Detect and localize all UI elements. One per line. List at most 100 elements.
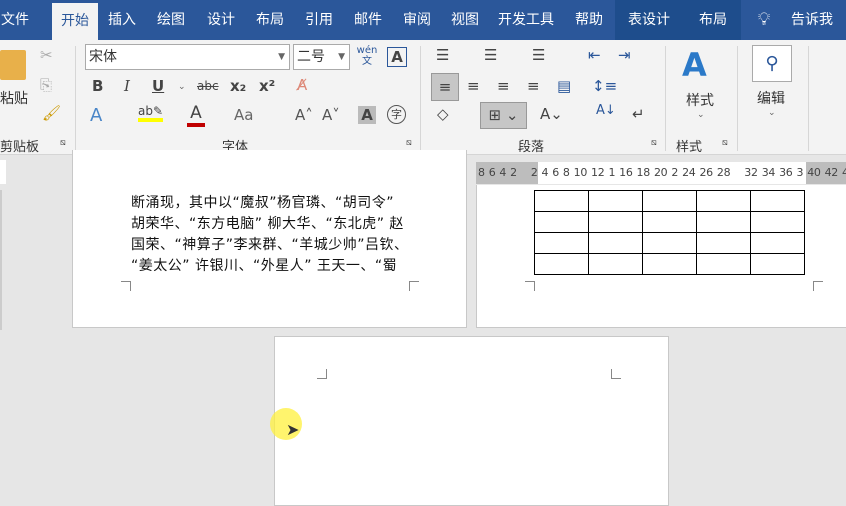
ribbon-tabs: 文件 开始 插入 绘图 设计 布局 引用 邮件 审阅 视图 开发工具 帮助 表设… xyxy=(0,0,846,40)
show-marks-icon[interactable]: ↵ xyxy=(632,105,645,123)
character-border-icon[interactable]: A xyxy=(387,47,407,67)
format-painter-icon[interactable]: 🖌︎ xyxy=(42,104,61,122)
tell-me-search[interactable]: 告诉我 xyxy=(784,0,840,40)
clear-formatting-icon[interactable]: A̸ xyxy=(297,76,307,94)
search-icon[interactable]: ⚲ xyxy=(752,45,792,82)
grow-font-icon[interactable]: A˄ xyxy=(295,106,313,124)
distributed-icon[interactable]: ▤ xyxy=(557,77,571,95)
document-page[interactable] xyxy=(274,336,669,506)
cut-icon[interactable]: ✂ xyxy=(40,46,53,64)
ruler-tick-label: 12 xyxy=(591,166,605,179)
tab-references[interactable]: 引用 xyxy=(298,0,340,40)
paste-label[interactable]: 粘贴 xyxy=(0,88,28,108)
dialog-launcher-icon[interactable]: ⧅ xyxy=(406,138,412,148)
enclose-characters-icon[interactable]: 字 xyxy=(387,105,406,124)
lightbulb-icon[interactable]: 💡︎ xyxy=(754,0,774,40)
chevron-down-icon: ▼ xyxy=(338,52,345,62)
sort-icon[interactable]: A↓ xyxy=(596,103,616,118)
tab-insert[interactable]: 插入 xyxy=(102,0,142,40)
ruler-tick-label: 42 xyxy=(824,166,839,179)
ruler-tick-label: 20 xyxy=(653,166,668,179)
ruler-tick-label: 36 xyxy=(779,166,793,179)
margin-corner-mark xyxy=(525,281,535,291)
font-color-icon[interactable]: A xyxy=(187,103,205,127)
justify-icon[interactable]: ≡ xyxy=(527,77,540,95)
ruler-tick-label: 2 xyxy=(510,166,517,179)
paste-icon[interactable] xyxy=(0,50,26,80)
ruler-tick-label: 8 xyxy=(478,166,485,179)
horizontal-ruler[interactable]: 8 6 4 2 2 4 6 8 10 12 1 16 18 20 2 24 26 28 32 34 36 3 40 42 4 xyxy=(476,162,846,184)
tab-developer[interactable]: 开发工具 xyxy=(493,0,559,40)
tab-home[interactable]: 开始 xyxy=(52,3,98,40)
numbering-icon[interactable]: ☰ xyxy=(484,46,497,64)
ruler-tick-label: 10 xyxy=(573,166,588,179)
paragraph-line[interactable]: 胡荣华、“东方电脑” 柳大华、“东北虎” 赵 xyxy=(131,213,404,233)
line-spacing-icon[interactable]: ↕≡ xyxy=(592,77,617,95)
copy-icon[interactable]: ⎘ xyxy=(40,76,52,94)
margin-corner-mark xyxy=(611,369,621,379)
tab-table-layout[interactable]: 布局 xyxy=(690,0,736,40)
font-name-select[interactable]: 宋体 ▼ xyxy=(85,44,290,70)
paragraph-line[interactable]: 国荣、“神算子”李来群、“羊城少帅”吕钦、 xyxy=(131,234,409,254)
tab-review[interactable]: 审阅 xyxy=(396,0,438,40)
phonetic-guide-button[interactable]: wén文 xyxy=(356,45,378,67)
underline-button[interactable]: U xyxy=(152,77,164,95)
tab-help[interactable]: 帮助 xyxy=(568,0,610,40)
ruler-tick-label: 18 xyxy=(636,166,651,179)
decrease-indent-icon[interactable]: ⇤ xyxy=(588,46,601,64)
dialog-launcher-icon[interactable]: ⧅ xyxy=(651,138,657,148)
ruler-tick-label: 4 xyxy=(499,166,507,179)
paragraph-line[interactable]: 断涌现，其中以“魔叔”杨官璘、“胡司令” xyxy=(131,192,394,212)
ruler-tick-label: 6 xyxy=(488,166,496,179)
tab-mailings[interactable]: 邮件 xyxy=(347,0,389,40)
font-size-select[interactable]: 二号 ▼ xyxy=(293,44,350,70)
strikethrough-button[interactable]: abc xyxy=(197,79,219,93)
italic-button[interactable]: I xyxy=(124,77,130,95)
text-effects-icon[interactable]: A xyxy=(90,105,102,126)
tab-layout[interactable]: 布局 xyxy=(249,0,291,40)
character-shading-icon[interactable]: A xyxy=(358,106,376,124)
bold-button[interactable]: B xyxy=(92,77,103,95)
superscript-button[interactable]: x² xyxy=(259,77,275,95)
document-table[interactable] xyxy=(534,190,805,275)
chevron-down-icon[interactable]: ⌄ xyxy=(697,110,705,120)
dialog-launcher-icon[interactable]: ⧅ xyxy=(722,138,728,148)
highlight-color-icon[interactable]: ab✎ xyxy=(138,104,164,122)
increase-indent-icon[interactable]: ⇥ xyxy=(618,46,631,64)
ruler-tick-label: 2 xyxy=(530,166,538,179)
chevron-down-icon[interactable]: ⌄ xyxy=(768,108,776,118)
bullets-icon[interactable]: ☰ xyxy=(436,46,449,64)
styles-icon[interactable]: A xyxy=(682,46,707,84)
styles-button[interactable]: 样式 xyxy=(686,90,714,110)
ruler-tick-label: 4 xyxy=(842,166,846,179)
change-case-button[interactable]: Aa xyxy=(234,106,253,124)
shading-icon[interactable]: ◇ xyxy=(437,105,449,123)
ruler-tick-label: 2 xyxy=(671,166,679,179)
paragraph-line[interactable]: “姜太公” 许银川、“外星人” 王天一、“蜀 xyxy=(131,255,397,275)
ruler-tick-label: 8 xyxy=(562,166,570,179)
multilevel-list-icon[interactable]: ☰ xyxy=(532,46,545,64)
mouse-pointer-icon: ➤︎ xyxy=(286,420,300,439)
chevron-down-icon[interactable]: ⌄ xyxy=(178,82,186,92)
ruler-tick-label: 6 xyxy=(552,166,559,179)
margin-corner-mark xyxy=(317,369,327,379)
font-name-value: 宋体 xyxy=(89,49,117,65)
tab-view[interactable]: 视图 xyxy=(444,0,486,40)
align-left-button[interactable]: ≡ xyxy=(431,73,459,101)
asian-layout-icon[interactable]: A⌄ xyxy=(540,105,563,123)
dialog-launcher-icon[interactable]: ⧅ xyxy=(60,138,66,148)
ruler-tick-label: 3 xyxy=(796,166,804,179)
borders-button[interactable]: ⊞ ⌄ xyxy=(480,102,527,129)
shrink-font-icon[interactable]: A˅ xyxy=(322,106,340,124)
tab-file[interactable]: 文件 xyxy=(0,0,30,40)
subscript-button[interactable]: x₂ xyxy=(230,77,246,95)
tab-table-design[interactable]: 表设计 xyxy=(620,0,678,40)
tab-design[interactable]: 设计 xyxy=(200,0,242,40)
editing-button[interactable]: 编辑 xyxy=(757,88,785,108)
align-right-icon[interactable]: ≡ xyxy=(497,77,510,95)
ruler-tick-label: 4 xyxy=(541,166,549,179)
ruler-tick-label: 28 xyxy=(716,166,731,179)
align-center-icon[interactable]: ≡ xyxy=(467,77,480,95)
ruler-tick-label: 24 xyxy=(682,166,696,179)
tab-draw[interactable]: 绘图 xyxy=(150,0,192,40)
